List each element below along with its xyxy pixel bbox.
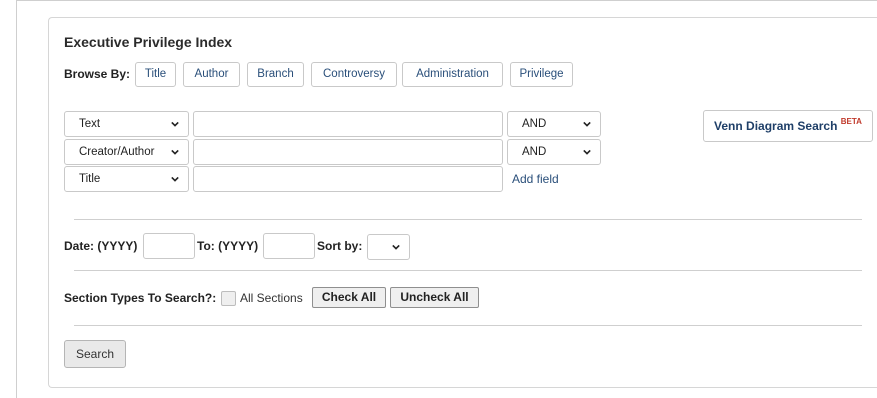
chevron-down-icon xyxy=(583,149,591,155)
chevron-down-icon xyxy=(583,121,591,127)
search-input-2[interactable] xyxy=(193,139,503,165)
divider-1 xyxy=(74,219,862,220)
venn-button-label: Venn Diagram Search xyxy=(714,119,838,133)
field-select-1[interactable]: Text xyxy=(64,111,189,137)
check-all-button[interactable]: Check All xyxy=(312,287,386,308)
chevron-down-icon xyxy=(171,121,179,127)
date-from-input[interactable] xyxy=(143,233,195,259)
field-select-3[interactable]: Title xyxy=(64,166,189,192)
sort-by-label: Sort by: xyxy=(317,239,363,253)
operator-select-2-value: AND xyxy=(522,146,547,158)
chevron-down-icon xyxy=(171,149,179,155)
date-from-label: Date: (YYYY) xyxy=(64,239,138,253)
browse-branch-button[interactable]: Branch xyxy=(247,62,304,87)
operator-select-2[interactable]: AND xyxy=(507,139,601,165)
date-to-label: To: (YYYY) xyxy=(197,239,259,253)
browse-title-button[interactable]: Title xyxy=(135,62,176,87)
browse-author-button[interactable]: Author xyxy=(183,62,240,87)
add-field-link[interactable]: Add field xyxy=(512,172,559,186)
divider-3 xyxy=(74,325,862,326)
chevron-down-icon xyxy=(392,244,400,250)
uncheck-all-button[interactable]: Uncheck All xyxy=(390,287,479,308)
sort-by-select[interactable] xyxy=(367,234,410,260)
date-to-input[interactable] xyxy=(263,233,315,259)
field-select-3-value: Title xyxy=(79,173,101,185)
search-input-3[interactable] xyxy=(193,166,503,192)
browse-controversy-button[interactable]: Controversy xyxy=(311,62,397,87)
search-button[interactable]: Search xyxy=(64,340,126,368)
all-sections-label: All Sections xyxy=(240,291,303,305)
divider-2 xyxy=(74,270,862,271)
all-sections-checkbox[interactable] xyxy=(221,291,236,306)
field-select-2-value: Creator/Author xyxy=(79,146,155,158)
chevron-down-icon xyxy=(171,176,179,182)
page-title: Executive Privilege Index xyxy=(64,34,233,50)
field-select-2[interactable]: Creator/Author xyxy=(64,139,189,165)
beta-badge: BETA xyxy=(840,117,862,126)
operator-select-1[interactable]: AND xyxy=(507,111,601,137)
search-input-1[interactable] xyxy=(193,111,503,137)
browse-administration-button[interactable]: Administration xyxy=(402,62,503,87)
section-types-label: Section Types To Search?: xyxy=(64,291,217,305)
venn-diagram-search-button[interactable]: Venn Diagram Search BETA xyxy=(703,110,873,142)
field-select-1-value: Text xyxy=(79,118,101,130)
operator-select-1-value: AND xyxy=(522,118,547,130)
browse-privilege-button[interactable]: Privilege xyxy=(510,62,573,87)
browse-by-label: Browse By: xyxy=(64,67,131,81)
